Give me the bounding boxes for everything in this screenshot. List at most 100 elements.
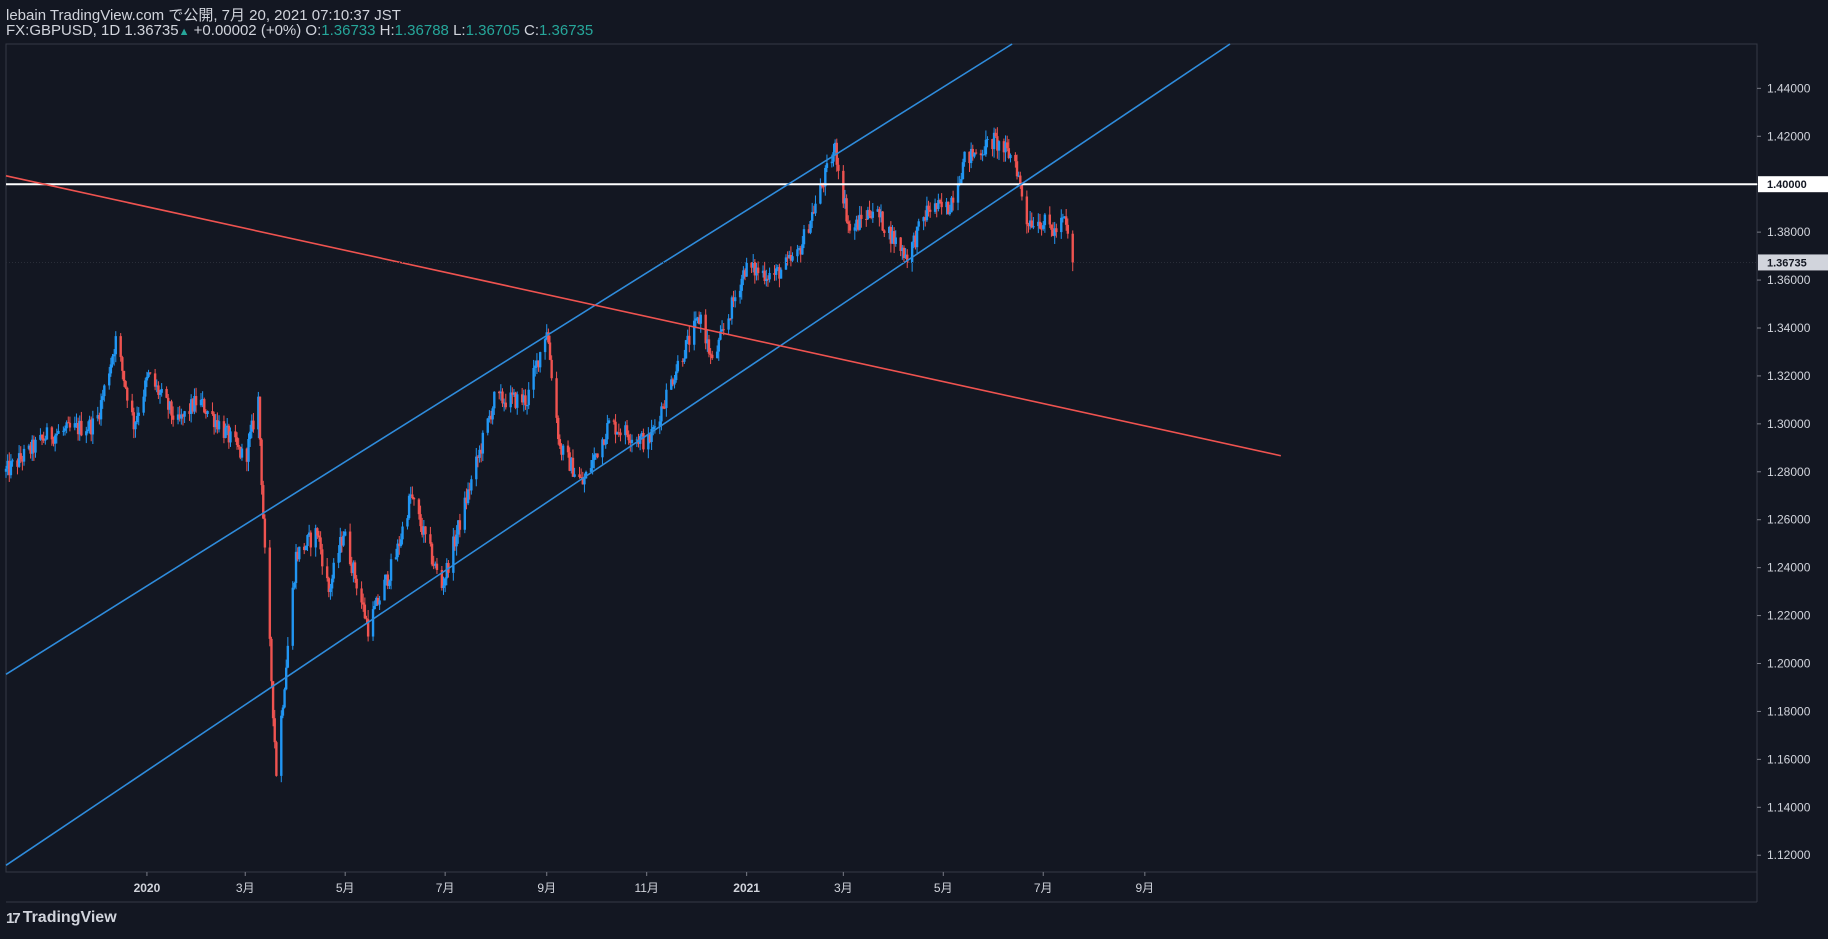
candle-body [699,314,702,324]
candle-body [1060,217,1063,233]
candle-body [1050,224,1053,230]
candle-body [860,214,863,219]
candle-body [247,438,250,462]
tradingview-logo[interactable]: 17 TradingView [6,909,117,927]
candle-body [509,392,512,408]
candle-body [283,689,286,708]
candle-body [258,396,262,440]
candle-body [491,408,494,420]
candle-body [604,439,607,445]
candle-body [676,360,680,372]
y-tick-label: 1.12000 [1767,848,1811,862]
candle-body [591,460,594,469]
price-chart[interactable]: 1.12000 1.14000 1.16000 1.18000 1.20000 1.220… [0,0,1828,939]
y-tick-label: 1.22000 [1767,609,1811,623]
candle-body [917,221,920,227]
candle-body [881,211,884,231]
candle-body [853,227,856,231]
candle-body [62,430,65,432]
candle-body [894,237,897,244]
candle-body [660,406,663,422]
candle-body [153,373,157,387]
candle-body [784,257,788,270]
candle-body [317,535,321,538]
candle-body [275,742,278,776]
candle-body [206,411,209,414]
candle-body [1015,161,1019,177]
candle-body [1005,142,1009,149]
x-tick-label: 5月 [934,881,953,895]
candle-body [342,535,345,546]
channel-upper [5,43,1013,675]
candle-body [1038,221,1042,229]
drawings[interactable] [5,43,1757,866]
candle-body [558,439,562,446]
candle-body [53,435,57,444]
candle-body [801,244,804,255]
candle-body [927,205,930,210]
candle-body [101,396,104,401]
candle-body [412,497,416,500]
candle-body [424,526,427,535]
candle-body [578,474,581,478]
candle-body [4,468,8,472]
candle-body [224,427,227,438]
candle-body [848,223,852,231]
candle-body [740,278,743,291]
candle-body [406,518,409,527]
candle-body [148,372,152,374]
price-axis[interactable]: 1.12000 1.14000 1.16000 1.18000 1.20000 1.220… [1757,81,1828,862]
candle-body [34,439,37,453]
candle-body [298,546,301,560]
candle-body [665,389,668,408]
y-tick-label: 1.34000 [1767,321,1811,335]
x-tick-label: 3月 [834,881,853,895]
candle-body [481,432,485,454]
candle-body [960,179,963,184]
candle-body [114,336,117,355]
candle-body [607,420,611,424]
candle-body [371,609,375,637]
candle-body [994,132,997,137]
candle-body [68,422,72,428]
candle-body [733,297,737,302]
candle-body [596,453,599,458]
candle-body [653,426,657,428]
candle-body [112,354,116,357]
candlesticks [4,127,1074,783]
x-tick-label: 9月 [1135,881,1154,895]
candle-body [868,209,871,216]
candle-body [108,373,111,386]
candle-body [543,339,547,353]
y-tick-label: 1.28000 [1767,465,1811,479]
candle-body [429,534,432,544]
candle-body [986,139,989,141]
candle-body [260,439,263,486]
candle-body [325,566,329,579]
plot-frame [5,43,1758,873]
candle-body [1032,226,1035,228]
candle-body [711,354,714,359]
candle-body [722,329,725,331]
candle-body [504,402,507,408]
y-tick-label: 1.44000 [1767,81,1811,95]
candle-body [627,434,630,441]
candle-body [50,427,54,440]
candle-body [534,365,537,368]
candle-body [593,454,596,461]
candle-body [211,411,214,415]
candle-body [319,537,322,550]
candle-body [819,184,822,204]
candle-body [673,380,676,385]
candle-body [825,163,829,168]
time-axis[interactable]: 2020 3月 5月 7月 9月 11月 2021 3月 5月 7月 9月 [134,872,1155,895]
candle-body [304,545,308,551]
candle-body [119,336,122,358]
candle-body [44,439,47,441]
candle-body [548,342,552,360]
candle-body [401,526,404,540]
candle-body [822,186,825,188]
candle-body [217,421,221,430]
candle-body [984,139,988,155]
candle-body [538,352,542,368]
